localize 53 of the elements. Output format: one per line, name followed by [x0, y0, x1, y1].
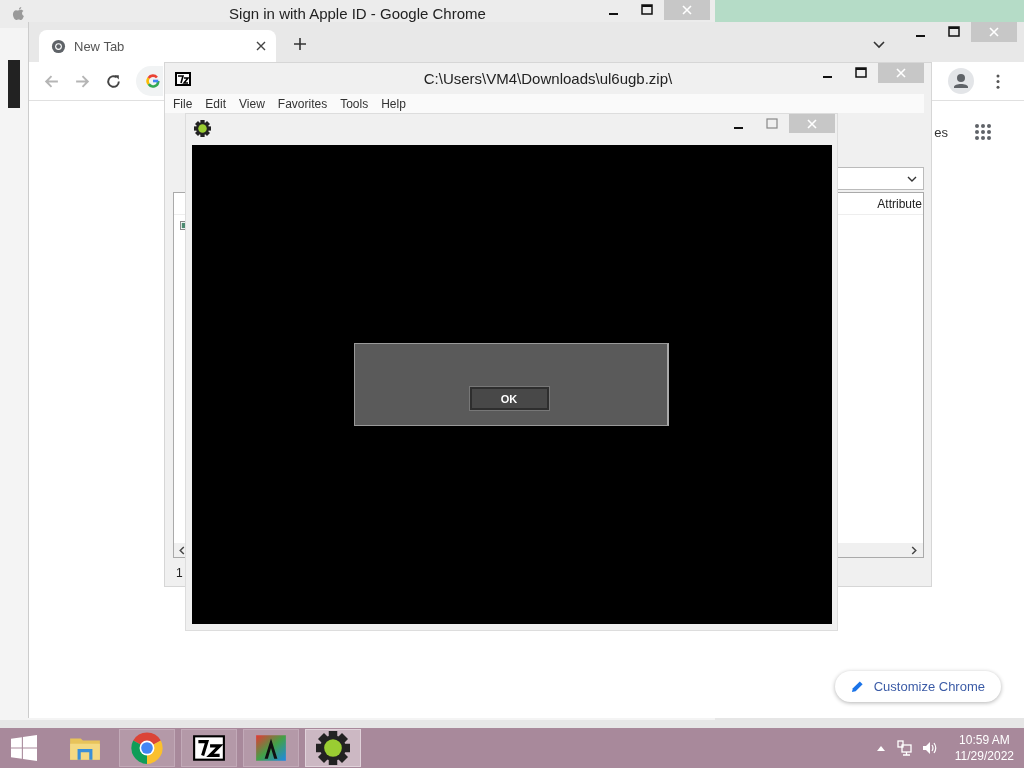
minimize-icon — [915, 35, 925, 37]
close-icon[interactable] — [256, 41, 266, 51]
taskbar-button[interactable] — [181, 729, 237, 767]
gear-icon — [194, 120, 211, 137]
caret-icon[interactable] — [873, 41, 885, 49]
browser-logo-icon — [51, 38, 66, 54]
show-hidden-icons-icon[interactable] — [876, 745, 885, 751]
gear-icon — [316, 731, 350, 765]
status-text: 1 — [176, 566, 183, 580]
menu-item[interactable]: View — [239, 96, 265, 111]
column-header[interactable]: Attribute — [877, 196, 922, 211]
network-icon[interactable] — [896, 740, 913, 756]
menu-item[interactable]: Tools — [340, 96, 369, 111]
maximize-icon — [948, 26, 960, 38]
pencil-icon — [850, 680, 864, 693]
apps-grid-icon[interactable] — [974, 123, 992, 141]
scroll-right-icon[interactable] — [911, 545, 917, 555]
maximize-icon — [641, 4, 653, 16]
minimize-icon — [608, 13, 618, 15]
menu-item[interactable]: Help — [381, 96, 406, 111]
colored-ring-icon — [146, 74, 160, 88]
caret-icon[interactable] — [907, 175, 917, 182]
reload-icon[interactable] — [105, 72, 122, 90]
taskbar-button[interactable] — [305, 729, 361, 767]
minimize-icon — [733, 126, 743, 129]
profile-avatar-icon[interactable] — [948, 68, 974, 94]
images-link[interactable]: es — [934, 124, 948, 140]
apple-icon — [12, 6, 25, 21]
window-title: C:\Users\VM4\Downloads\ul6ugb.zip\ — [422, 70, 674, 87]
ok-button[interactable]: OK — [469, 387, 549, 410]
start-icon[interactable] — [11, 735, 37, 761]
menu-item[interactable]: File — [173, 96, 193, 111]
minimize-icon — [822, 76, 832, 78]
maximize-icon — [766, 117, 778, 130]
maximize-icon — [855, 67, 867, 79]
address-bar[interactable] — [136, 66, 163, 96]
scroll-left-icon[interactable] — [179, 545, 185, 555]
close-icon — [806, 117, 818, 130]
archiver-icon — [175, 72, 191, 86]
close-icon — [988, 26, 1000, 38]
taskbar-button[interactable] — [243, 729, 299, 767]
menu-item[interactable]: Favorites — [277, 96, 328, 111]
window-title: Sign in with Apple ID - Google Chrome — [228, 5, 487, 22]
new-tab-icon[interactable] — [293, 37, 307, 51]
close-icon — [681, 4, 693, 16]
browser-tab[interactable]: New Tab — [39, 30, 276, 62]
volume-icon[interactable] — [921, 740, 938, 756]
customize-button[interactable]: Customize Chrome — [834, 671, 1001, 702]
dark-panel — [8, 60, 20, 108]
close-icon — [895, 67, 907, 79]
browser-logo-icon — [130, 731, 164, 765]
more-menu-icon[interactable] — [996, 73, 1000, 89]
menu-item[interactable]: Edit — [205, 96, 227, 111]
